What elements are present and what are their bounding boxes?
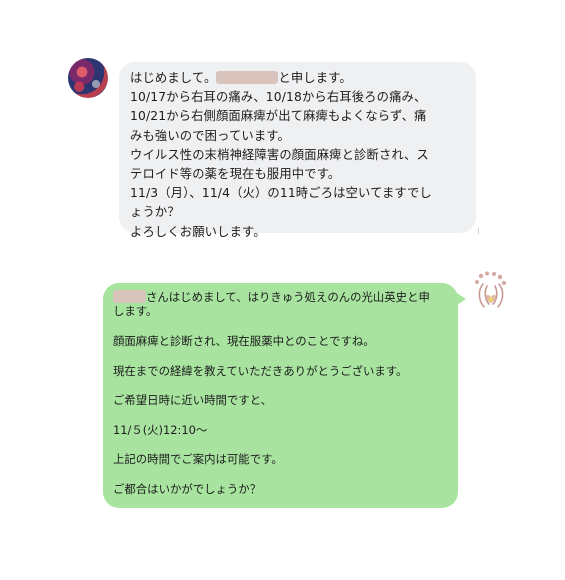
outgoing-message-paragraph: 11/５(火)12:10〜	[113, 422, 208, 437]
incoming-message-line: ょうか？	[130, 205, 180, 220]
greeting-prefix: はじめまして。	[130, 71, 217, 85]
outgoing-message-paragraph: ご希望日時に近い時間ですと、	[113, 393, 273, 408]
redacted-name	[113, 290, 146, 303]
incoming-message-line: 10/21から右側顔面麻痺が出て麻痺もよくならず、痛	[130, 109, 427, 124]
outgoing-message-paragraph: 顔面麻痺と診断され、現在服薬中とのことですね。	[113, 334, 375, 348]
incoming-message-line: 10/17から右耳の痛み、10/18から右耳後ろの痛み、	[130, 90, 427, 105]
incoming-message-line: みも強いので困っています。	[130, 128, 290, 143]
sender-avatar[interactable]	[68, 58, 108, 98]
outgoing-message-paragraph: ご都合はいかがでしょうか？	[113, 481, 262, 496]
greeting-suffix: と申します。	[278, 71, 352, 85]
clinic-logo-icon[interactable]	[469, 270, 513, 314]
incoming-message-line: ウイルス性の末梢神経障害の顔面麻痺と診断され、ス	[130, 147, 429, 162]
outgoing-message-line: さんはじめまして、はりきゅう処えのんの光山英史と申	[113, 290, 449, 304]
outgoing-message-paragraph: 現在までの経緯を教えていただきありがとうございます。	[113, 363, 408, 378]
divider	[478, 228, 479, 234]
outgoing-greeting: さんはじめまして、はりきゅう処えのんの光山英史と申	[146, 290, 430, 304]
redacted-name	[216, 71, 279, 84]
incoming-message-bubble: はじめまして。 と申します。 10/17から右耳の痛み、10/18から右耳後ろの痛…	[119, 62, 476, 239]
outgoing-message-bubble: さんはじめまして、はりきゅう処えのんの光山英史と申 します。 顔面麻痺と診断され…	[103, 283, 466, 508]
outgoing-message-paragraph: 上記の時間でご案内は可能です。	[113, 452, 283, 467]
incoming-message-line: よろしくお願いします。	[130, 224, 266, 239]
incoming-message-line: はじめまして。 と申します。	[130, 69, 466, 88]
outgoing-message-line: します。	[113, 304, 158, 319]
incoming-message-line: テロイド等の薬を現在も服用中です。	[130, 167, 341, 182]
user-avatar-icon	[68, 58, 108, 98]
incoming-message-line: 11/3（月）、11/4（火）の11時ごろは空いてますでし	[130, 186, 432, 201]
